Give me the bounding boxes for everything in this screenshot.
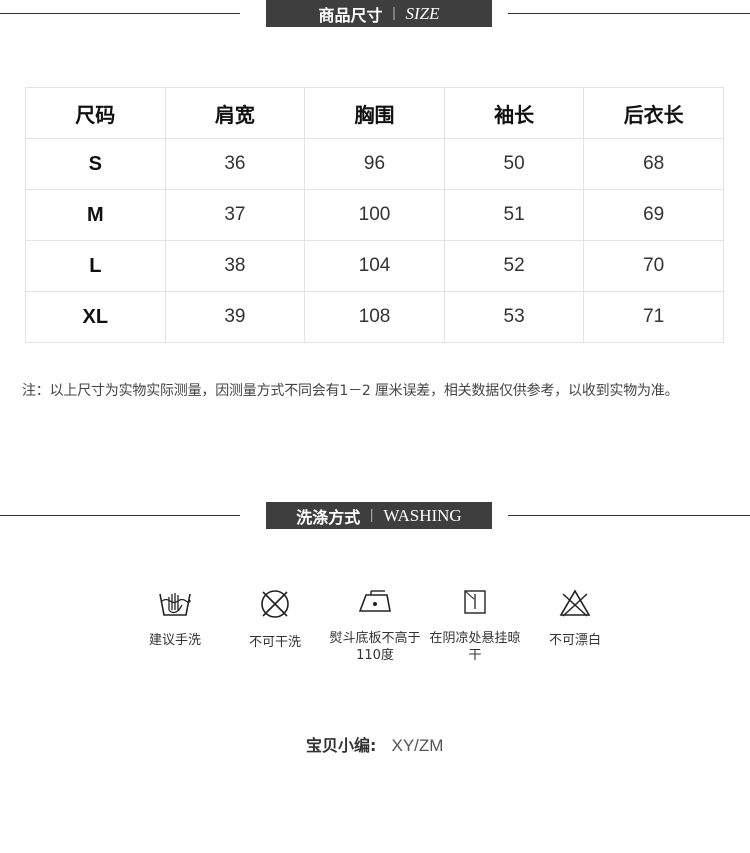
- wash-item-hand-wash: 建议手洗: [125, 588, 225, 649]
- chest-cell: 104: [304, 240, 445, 292]
- washing-title-cn: 洗涤方式: [296, 507, 361, 527]
- shoulder-cell: 38: [164, 240, 306, 292]
- editor-credit: 宝贝小编: XY/ZM: [306, 732, 443, 756]
- size-cell: XL: [25, 291, 166, 343]
- editor-value: XY/ZM: [391, 736, 444, 755]
- chest-cell: 96: [304, 138, 445, 190]
- iron-low-icon: [358, 590, 391, 612]
- chest-cell: 108: [304, 291, 445, 343]
- header-cell: 肩宽: [164, 87, 306, 139]
- wash-label: 熨斗底板不高于110度: [329, 631, 421, 663]
- wash-label: 不可干洗: [248, 635, 301, 650]
- washing-section-header: 洗涤方式 | WASHING: [0, 502, 750, 530]
- size-table: 尺码 肩宽 胸围 袖长 后衣长 S 36 96 50 68 M 37 100 5…: [25, 87, 724, 343]
- shade-dry-icon: [464, 590, 486, 614]
- editor-label: 宝贝小编:: [306, 736, 377, 755]
- wash-item-iron: 熨斗底板不高于110度: [325, 588, 425, 664]
- size-cell: S: [25, 138, 166, 190]
- length-cell: 70: [583, 240, 724, 292]
- sleeve-cell: 52: [443, 240, 585, 292]
- table-row: M 37 100 51 69: [25, 189, 724, 241]
- sleeve-cell: 53: [443, 291, 585, 343]
- sleeve-cell: 51: [443, 189, 585, 241]
- wash-label: 不可漂白: [548, 633, 601, 648]
- size-title-cn: 商品尺寸: [318, 5, 383, 25]
- wash-item-no-bleach: 不可漂白: [525, 588, 625, 649]
- wash-item-no-dry-clean: 不可干洗: [225, 588, 325, 651]
- length-cell: 69: [583, 189, 724, 241]
- no-dry-clean-icon: [261, 590, 289, 618]
- table-header-row: 尺码 肩宽 胸围 袖长 后衣长: [25, 87, 724, 139]
- header-cell: 袖长: [443, 87, 585, 139]
- header-cell: 尺码: [25, 87, 166, 139]
- shoulder-cell: 37: [164, 189, 306, 241]
- header-cell: 后衣长: [583, 87, 724, 139]
- title-separator: |: [392, 5, 396, 21]
- divider-line: [0, 515, 240, 516]
- measurement-note: 注：以上尺寸为实物实际测量，因测量方式不同会有1－2 厘米误差，相关数据仅供参考…: [22, 383, 679, 399]
- size-section-title: 商品尺寸 | SIZE: [266, 0, 492, 27]
- sleeve-cell: 50: [443, 138, 585, 190]
- size-section-header: 商品尺寸 | SIZE: [0, 0, 750, 28]
- shoulder-cell: 36: [164, 138, 306, 190]
- length-cell: 68: [583, 138, 724, 190]
- table-row: S 36 96 50 68: [25, 138, 724, 190]
- shoulder-cell: 39: [164, 291, 306, 343]
- divider-line: [508, 13, 750, 14]
- divider-line: [508, 515, 750, 516]
- size-cell: M: [25, 189, 166, 241]
- size-cell: L: [25, 240, 166, 292]
- washing-section-title: 洗涤方式 | WASHING: [266, 502, 492, 529]
- no-bleach-icon: [559, 589, 591, 617]
- washing-title-en: WASHING: [383, 505, 462, 525]
- wash-label: 在阴凉处悬挂晾干: [429, 631, 521, 663]
- wash-item-shade-dry: 在阴凉处悬挂晾干: [425, 588, 525, 664]
- header-cell: 胸围: [304, 87, 445, 139]
- wash-label: 建议手洗: [148, 633, 201, 648]
- table-row: L 38 104 52 70: [25, 240, 724, 292]
- title-separator: |: [370, 507, 374, 523]
- length-cell: 71: [583, 291, 724, 343]
- table-row: XL 39 108 53 71: [25, 291, 724, 343]
- divider-line: [0, 13, 240, 14]
- size-title-en: SIZE: [405, 3, 440, 23]
- chest-cell: 100: [304, 189, 445, 241]
- hand-wash-icon: [159, 593, 191, 616]
